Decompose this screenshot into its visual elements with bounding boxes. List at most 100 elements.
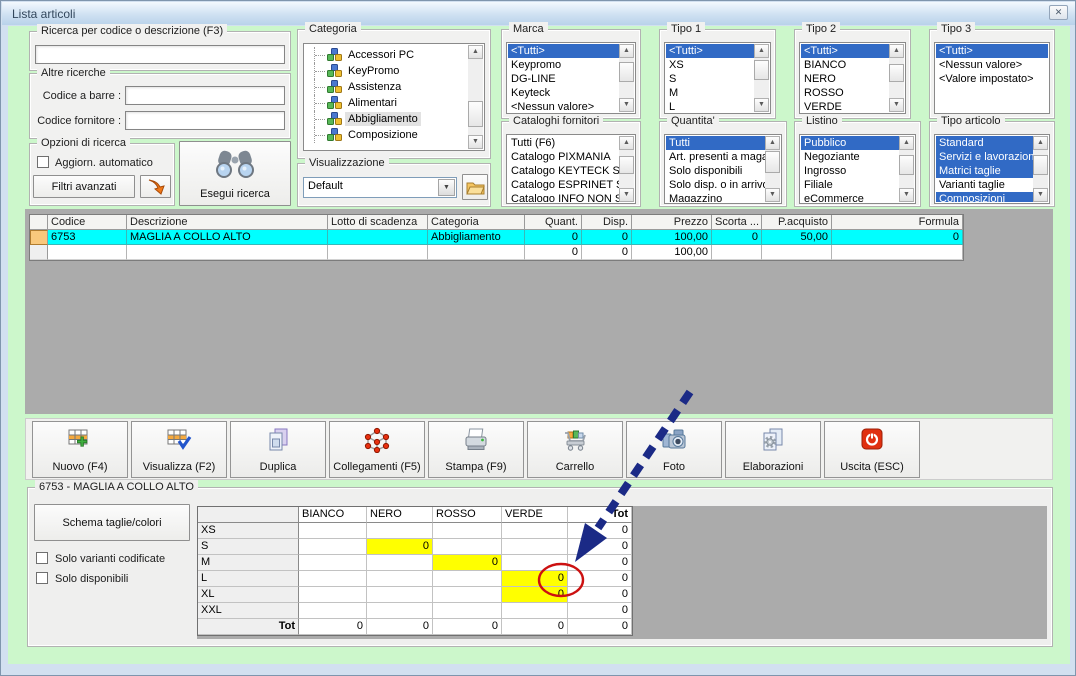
scrollbar-thumb[interactable] (765, 151, 780, 173)
print-button[interactable]: Stampa (F9) (428, 421, 524, 478)
list-item[interactable]: S (666, 72, 754, 86)
matrix-cell[interactable]: 0 (433, 555, 502, 571)
list-item[interactable]: <Tutti> (936, 44, 1048, 58)
exit-button[interactable]: Uscita (ESC) (824, 421, 920, 478)
matrix-cell[interactable]: 0 (568, 539, 632, 555)
solo-disponibili-checkbox[interactable] (36, 572, 48, 584)
matrix-cell[interactable]: 0 (568, 619, 632, 635)
list-item[interactable]: DG-LINE (508, 72, 619, 86)
photo-button[interactable]: Foto (626, 421, 722, 478)
list-item[interactable]: ROSSO (801, 86, 889, 100)
scroll-down-icon[interactable]: ▼ (889, 98, 904, 112)
matrix-cell[interactable] (433, 603, 502, 619)
matrix-cell[interactable]: 0 (367, 619, 433, 635)
list-item[interactable]: <Valore impostato> (936, 72, 1048, 86)
list-item[interactable]: Solo disp. o in arrivo (666, 178, 765, 192)
duplicate-button[interactable]: Duplica (230, 421, 326, 478)
list-item[interactable]: Catalogo ESPRINET S (508, 178, 619, 192)
matrix-cell[interactable] (502, 523, 568, 539)
scroll-down-icon[interactable]: ▼ (468, 135, 483, 149)
advanced-filters-arrow-button[interactable] (140, 175, 171, 198)
solo-varianti-checkbox[interactable] (36, 552, 48, 564)
matrix-cell[interactable] (299, 539, 367, 555)
matrix-cell[interactable] (502, 603, 568, 619)
matrix-cell[interactable] (299, 603, 367, 619)
tipo1-scrollbar[interactable]: ▲ ▼ (754, 44, 769, 112)
scroll-up-icon[interactable]: ▲ (1033, 136, 1048, 150)
list-item[interactable]: NERO (801, 72, 889, 86)
scrollbar-thumb[interactable] (619, 156, 634, 174)
matrix-cell[interactable] (299, 555, 367, 571)
scroll-up-icon[interactable]: ▲ (765, 136, 780, 150)
auto-update-checkbox[interactable] (37, 156, 49, 168)
list-item[interactable]: L (666, 100, 754, 112)
matrix-cell[interactable] (299, 571, 367, 587)
table-row[interactable]: 0 0 100,00 (30, 245, 963, 260)
list-item[interactable]: <Nessun valore> (508, 100, 619, 112)
list-item[interactable]: <Nessun valore> (936, 58, 1048, 72)
list-item[interactable]: Pubblico (801, 136, 899, 150)
matrix-cell[interactable] (367, 523, 433, 539)
matrix-cell[interactable]: 0 (433, 619, 502, 635)
schema-taglie-colori-button[interactable]: Schema taglie/colori (34, 504, 190, 541)
scroll-down-icon[interactable]: ▼ (1033, 188, 1048, 202)
list-item[interactable]: Solo disponibili (666, 164, 765, 178)
matrix-cell[interactable] (433, 539, 502, 555)
matrix-cell[interactable] (502, 555, 568, 571)
category-tree-item[interactable]: Assistenza (305, 79, 468, 95)
matrix-cell[interactable] (299, 523, 367, 539)
scroll-down-icon[interactable]: ▼ (619, 188, 634, 202)
search-input[interactable] (35, 45, 285, 64)
scroll-down-icon[interactable]: ▼ (754, 98, 769, 112)
list-item[interactable]: eCommerce (801, 192, 899, 202)
scroll-up-icon[interactable]: ▲ (889, 44, 904, 58)
scroll-up-icon[interactable]: ▲ (619, 136, 634, 150)
matrix-cell[interactable]: 0 (367, 539, 433, 555)
scrollbar-thumb[interactable] (619, 62, 634, 82)
scrollbar-thumb[interactable] (754, 60, 769, 80)
matrix-cell[interactable]: 0 (502, 571, 568, 587)
list-item[interactable]: <Tutti> (508, 44, 619, 58)
execute-search-button[interactable]: Esegui ricerca (179, 141, 291, 206)
matrix-cell[interactable] (433, 587, 502, 603)
list-item[interactable]: Magazzino (666, 192, 765, 202)
category-tree-item[interactable]: Accessori PC (305, 47, 468, 63)
matrix-cell[interactable]: 0 (568, 555, 632, 571)
matrix-cell[interactable]: 0 (568, 603, 632, 619)
list-item[interactable]: Art. presenti a magaz (666, 150, 765, 164)
list-item[interactable]: Keyteck (508, 86, 619, 100)
matrix-cell[interactable] (433, 571, 502, 587)
list-item[interactable]: Catalogo INFO NON S (508, 192, 619, 202)
category-tree-item[interactable]: Abbigliamento (305, 111, 468, 127)
list-item[interactable]: VERDE (801, 100, 889, 112)
cart-button[interactable]: Carrello (527, 421, 623, 478)
matrix-cell[interactable]: 0 (568, 571, 632, 587)
barcode-input[interactable] (125, 86, 285, 105)
matrix-cell[interactable] (367, 603, 433, 619)
list-item[interactable]: XS (666, 58, 754, 72)
list-item[interactable]: M (666, 86, 754, 100)
matrix-cell[interactable]: 0 (568, 523, 632, 539)
scroll-down-icon[interactable]: ▼ (899, 188, 914, 202)
list-item[interactable]: Tutti (666, 136, 765, 150)
matrix-cell[interactable] (367, 555, 433, 571)
scrollbar-thumb[interactable] (468, 101, 483, 127)
categoria-scrollbar[interactable]: ▲ ▼ (468, 45, 483, 149)
new-button[interactable]: Nuovo (F4) (32, 421, 128, 478)
scrollbar-thumb[interactable] (899, 155, 914, 175)
list-item[interactable]: Catalogo KEYTECK SR (508, 164, 619, 178)
matrix-cell[interactable]: 0 (502, 587, 568, 603)
matrix-cell[interactable]: 0 (299, 619, 367, 635)
chevron-down-icon[interactable]: ▼ (438, 179, 455, 196)
matrix-cell[interactable] (502, 539, 568, 555)
marca-scrollbar[interactable]: ▲ ▼ (619, 44, 634, 112)
scroll-down-icon[interactable]: ▼ (619, 98, 634, 112)
list-item[interactable]: Standard (936, 136, 1033, 150)
cataloghi-scrollbar[interactable]: ▲ ▼ (619, 136, 634, 202)
list-item[interactable]: Varianti taglie (936, 178, 1033, 192)
matrix-cell[interactable]: 0 (502, 619, 568, 635)
scrollbar-thumb[interactable] (1033, 155, 1048, 175)
category-tree-item[interactable]: Alimentari (305, 95, 468, 111)
scroll-up-icon[interactable]: ▲ (899, 136, 914, 150)
matrix-cell[interactable] (299, 587, 367, 603)
